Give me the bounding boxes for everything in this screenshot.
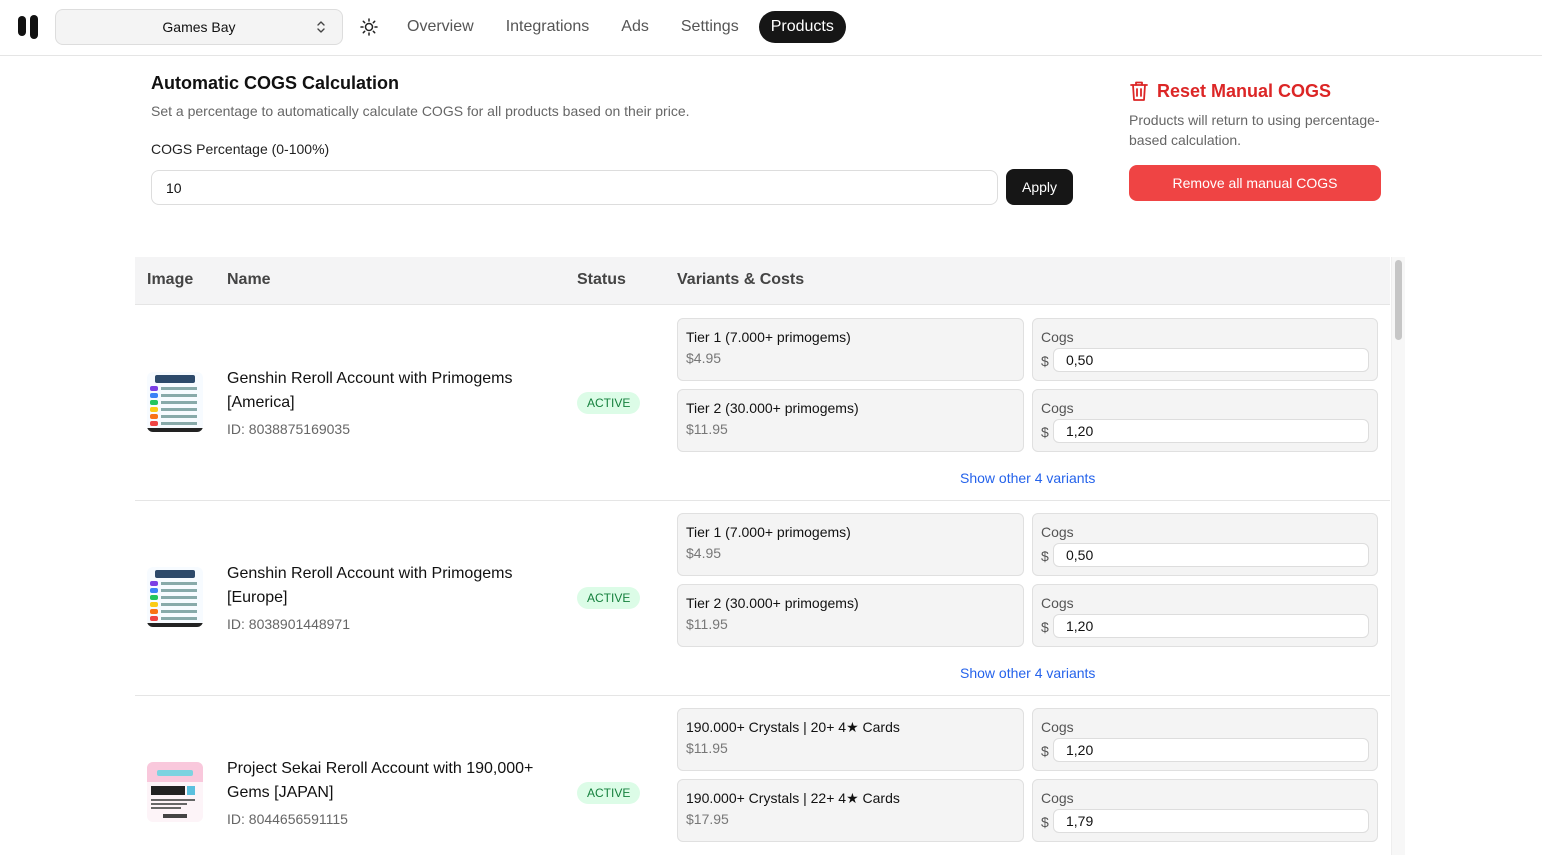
- variant-price: $11.95: [686, 616, 728, 632]
- variant-name: Tier 2 (30.000+ primogems): [686, 595, 859, 611]
- apply-button[interactable]: Apply: [1006, 169, 1073, 205]
- main-nav: Overview Integrations Ads Settings Produ…: [395, 11, 854, 43]
- column-header-variants: Variants & Costs: [677, 271, 805, 288]
- column-header-name: Name: [227, 271, 271, 288]
- table-header: Image Name Status Variants & Costs: [135, 257, 1390, 305]
- variant-card: Tier 2 (30.000+ primogems) $11.95: [677, 584, 1024, 647]
- product-name[interactable]: Genshin Reroll Account with Primogems [E…: [227, 562, 547, 610]
- remove-all-manual-cogs-button[interactable]: Remove all manual COGS: [1129, 165, 1381, 201]
- currency-symbol: $: [1041, 619, 1049, 635]
- product-image: [147, 762, 203, 822]
- product-id: ID: 8038901448971: [227, 616, 350, 632]
- variant-card: 190.000+ Crystals | 20+ 4★ Cards $11.95: [677, 708, 1024, 771]
- currency-symbol: $: [1041, 814, 1049, 830]
- show-other-variants-link[interactable]: Show other 4 variants: [960, 470, 1095, 486]
- app-logo[interactable]: [18, 15, 40, 39]
- cogs-label: Cogs: [1041, 719, 1074, 735]
- column-header-image: Image: [147, 271, 194, 288]
- cogs-card: Cogs $ 0,50: [1032, 513, 1378, 576]
- cogs-input[interactable]: 0,50: [1053, 543, 1369, 567]
- reset-manual-cogs-heading: Reset Manual COGS: [1129, 80, 1331, 102]
- product-name[interactable]: Project Sekai Reroll Account with 190,00…: [227, 757, 547, 805]
- top-bar: Games Bay Overview Integrations Ads Sett…: [0, 0, 1542, 56]
- variant-price: $11.95: [686, 740, 728, 756]
- variant-name: 190.000+ Crystals | 20+ 4★ Cards: [686, 719, 900, 735]
- table-scrollbar[interactable]: [1391, 257, 1405, 855]
- cogs-label: Cogs: [1041, 400, 1074, 416]
- nav-overview[interactable]: Overview: [395, 11, 486, 43]
- product-id: ID: 8044656591115: [227, 811, 348, 827]
- table-row: Genshin Reroll Account with Primogems [A…: [135, 306, 1390, 501]
- currency-symbol: $: [1041, 353, 1049, 369]
- store-selector-label: Games Bay: [162, 19, 236, 35]
- cogs-card: Cogs $ 1,20: [1032, 389, 1378, 452]
- variant-name: Tier 2 (30.000+ primogems): [686, 400, 859, 416]
- variant-card: Tier 1 (7.000+ primogems) $4.95: [677, 318, 1024, 381]
- cogs-input[interactable]: 0,50: [1053, 348, 1369, 372]
- product-image: [147, 567, 203, 627]
- reset-manual-cogs-title: Reset Manual COGS: [1157, 80, 1332, 101]
- cogs-percentage-input[interactable]: [151, 170, 998, 205]
- variant-card: Tier 1 (7.000+ primogems) $4.95: [677, 513, 1024, 576]
- cogs-input[interactable]: 1,20: [1053, 419, 1369, 443]
- cogs-label: Cogs: [1041, 790, 1074, 806]
- currency-symbol: $: [1041, 424, 1049, 440]
- nav-products[interactable]: Products: [758, 11, 846, 43]
- cogs-input[interactable]: 1,20: [1053, 738, 1369, 762]
- nav-ads[interactable]: Ads: [609, 11, 661, 43]
- table-row: Project Sekai Reroll Account with 190,00…: [135, 696, 1390, 855]
- status-badge: ACTIVE: [577, 587, 641, 609]
- variant-price: $17.95: [686, 811, 729, 827]
- column-header-status: Status: [577, 271, 626, 288]
- scrollbar-thumb[interactable]: [1395, 260, 1402, 340]
- table-row: Genshin Reroll Account with Primogems [E…: [135, 501, 1390, 696]
- product-id: ID: 8038875169035: [227, 421, 350, 437]
- variant-card: 190.000+ Crystals | 22+ 4★ Cards $17.95: [677, 779, 1024, 842]
- cogs-input[interactable]: 1,20: [1053, 614, 1369, 638]
- cogs-label: Cogs: [1041, 329, 1074, 345]
- trash-icon: [1130, 81, 1148, 101]
- variant-name: Tier 1 (7.000+ primogems): [686, 329, 851, 345]
- cogs-label: Cogs: [1041, 524, 1074, 540]
- cogs-label: Cogs: [1041, 595, 1074, 611]
- store-selector[interactable]: Games Bay: [55, 9, 343, 45]
- currency-symbol: $: [1041, 548, 1049, 564]
- cogs-input[interactable]: 1,79: [1053, 809, 1369, 833]
- show-other-variants-link[interactable]: Show other 4 variants: [960, 665, 1095, 681]
- nav-integrations[interactable]: Integrations: [494, 11, 602, 43]
- cogs-card: Cogs $ 1,79: [1032, 779, 1378, 842]
- cogs-percentage-label: COGS Percentage (0-100%): [151, 141, 330, 157]
- cogs-section-title: Automatic COGS Calculation: [151, 73, 400, 93]
- reset-manual-cogs-description: Products will return to using percentage…: [1129, 112, 1380, 148]
- nav-settings[interactable]: Settings: [669, 11, 751, 43]
- variant-name: Tier 1 (7.000+ primogems): [686, 524, 851, 540]
- variant-price: $4.95: [686, 350, 722, 366]
- cogs-card: Cogs $ 1,20: [1032, 708, 1378, 771]
- variant-price: $4.95: [686, 545, 722, 561]
- chevron-up-down-icon: [317, 21, 325, 33]
- variant-price: $11.95: [686, 421, 728, 437]
- cogs-card: Cogs $ 1,20: [1032, 584, 1378, 647]
- cogs-section-description: Set a percentage to automatically calcul…: [151, 103, 690, 119]
- status-badge: ACTIVE: [577, 392, 641, 414]
- product-image: [147, 372, 203, 432]
- status-badge: ACTIVE: [577, 782, 641, 804]
- currency-symbol: $: [1041, 743, 1049, 759]
- variant-card: Tier 2 (30.000+ primogems) $11.95: [677, 389, 1024, 452]
- sun-icon[interactable]: [358, 16, 380, 38]
- variant-name: 190.000+ Crystals | 22+ 4★ Cards: [686, 790, 900, 806]
- product-name[interactable]: Genshin Reroll Account with Primogems [A…: [227, 367, 547, 415]
- products-table: Image Name Status Variants & Costs Gensh…: [135, 257, 1390, 855]
- cogs-card: Cogs $ 0,50: [1032, 318, 1378, 381]
